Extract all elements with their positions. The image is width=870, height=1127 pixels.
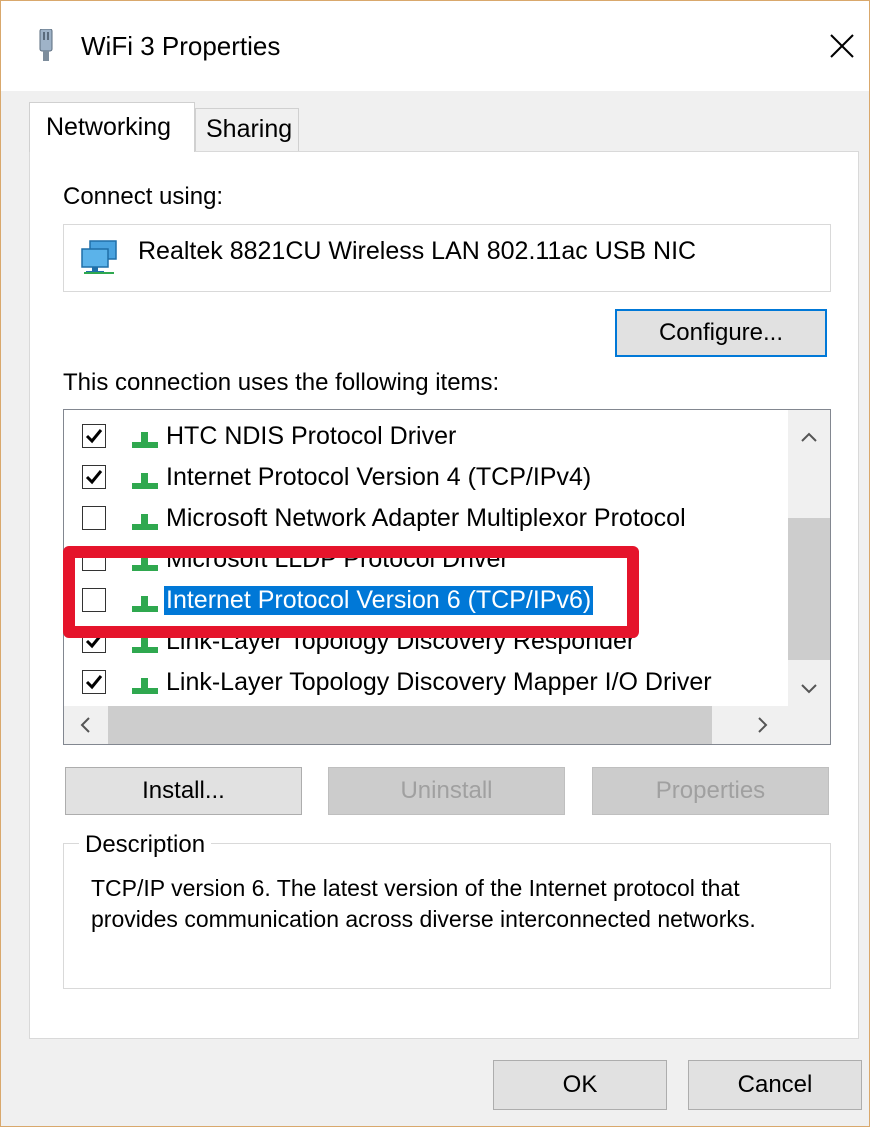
protocol-icon xyxy=(130,512,160,537)
protocol-icon xyxy=(130,471,160,496)
list-item[interactable]: Internet Protocol Version 4 (TCP/IPv4) xyxy=(64,457,784,497)
list-item-label: Microsoft Network Adapter Multiplexor Pr… xyxy=(166,504,686,532)
checkbox-checked[interactable] xyxy=(82,465,106,489)
description-legend: Description xyxy=(79,831,212,859)
properties-button[interactable]: Properties xyxy=(592,767,829,815)
scroll-right-icon[interactable] xyxy=(758,717,768,738)
install-button[interactable]: Install... xyxy=(65,767,302,815)
list-item[interactable]: Microsoft Network Adapter Multiplexor Pr… xyxy=(64,498,784,538)
network-computer-icon xyxy=(80,239,118,280)
vertical-scrollbar-thumb[interactable] xyxy=(788,518,830,660)
list-item[interactable]: HTC NDIS Protocol Driver xyxy=(64,416,784,456)
checkmark-icon xyxy=(85,675,103,690)
description-text: TCP/IP version 6. The latest version of … xyxy=(91,875,756,932)
adapter-field: Realtek 8821CU Wireless LAN 802.11ac USB… xyxy=(63,224,831,292)
adapter-name: Realtek 8821CU Wireless LAN 802.11ac USB… xyxy=(138,237,697,265)
list-item-label: HTC NDIS Protocol Driver xyxy=(166,422,457,450)
list-item[interactable]: Link-Layer Topology Discovery Mapper I/O… xyxy=(64,662,784,702)
checkbox[interactable] xyxy=(82,506,106,530)
checkmark-icon xyxy=(85,470,103,485)
horizontal-scrollbar-thumb[interactable] xyxy=(108,706,712,744)
checkbox-checked[interactable] xyxy=(82,424,106,448)
properties-dialog: WiFi 3 Properties Networking Sharing Con… xyxy=(0,0,870,1127)
uninstall-button[interactable]: Uninstall xyxy=(328,767,565,815)
protocol-icon xyxy=(130,676,160,701)
protocol-icon xyxy=(130,430,160,455)
scroll-up-icon[interactable] xyxy=(801,426,817,447)
checkbox-checked[interactable] xyxy=(82,670,106,694)
protocol-icon xyxy=(130,635,160,660)
list-item-label: Link-Layer Topology Discovery Mapper I/O… xyxy=(166,668,712,696)
scroll-down-icon[interactable] xyxy=(801,678,817,699)
configure-button[interactable]: Configure... xyxy=(615,309,827,357)
list-item-label: Internet Protocol Version 4 (TCP/IPv4) xyxy=(166,463,592,491)
checkmark-icon xyxy=(85,429,103,444)
scroll-left-icon[interactable] xyxy=(80,717,90,738)
items-label: This connection uses the following items… xyxy=(63,369,500,396)
connect-using-label: Connect using: xyxy=(63,183,224,210)
highlight-annotation xyxy=(63,546,639,638)
